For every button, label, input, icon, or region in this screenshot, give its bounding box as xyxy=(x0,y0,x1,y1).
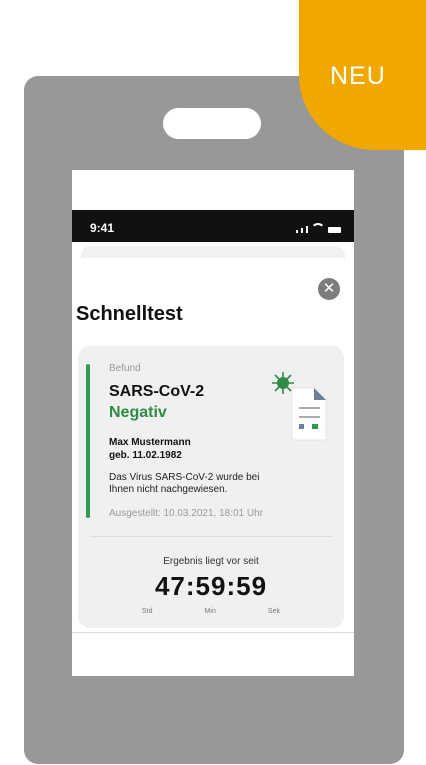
wifi-icon xyxy=(311,223,325,233)
result-status: Negativ xyxy=(109,404,167,421)
result-card: Befund SARS-CoV-2 Negativ Max Mustermann… xyxy=(78,346,344,628)
page-title: Schnelltest xyxy=(76,303,183,325)
card-divider xyxy=(90,536,332,537)
status-bar: 9:41 xyxy=(72,210,354,242)
result-accent-bar xyxy=(86,364,90,518)
new-badge-label: NEU xyxy=(330,62,386,90)
signal-icon xyxy=(306,226,308,233)
issued-date: Ausgestellt: 10.03.2021, 18:01 Uhr xyxy=(109,508,263,519)
virus-document-icon xyxy=(272,372,327,441)
status-time: 9:41 xyxy=(90,221,115,235)
unit-minutes: Min xyxy=(204,608,216,615)
phone-speaker xyxy=(163,108,261,139)
status-icons xyxy=(296,223,341,233)
elapsed-timer: 47:59:59 xyxy=(154,571,268,601)
test-name: SARS-CoV-2 xyxy=(109,383,205,400)
signal-icon xyxy=(301,228,303,233)
close-icon[interactable]: ✕ xyxy=(318,278,340,300)
result-message: Das Virus SARS-CoV-2 wurde bei Ihnen nic… xyxy=(109,472,260,495)
result-label: Befund xyxy=(109,363,141,374)
timer-units: Std Min Sek xyxy=(142,608,280,615)
result-sheet: ✕ Schnelltest Befund SARS-CoV-2 Negativ … xyxy=(72,258,354,633)
signal-icon xyxy=(296,230,298,233)
phone-screen: 9:41 ✕ Schnelltest Befund SARS-CoV-2 Neg… xyxy=(72,170,354,676)
person-birth: geb. 11.02.1982 xyxy=(109,450,182,461)
battery-icon xyxy=(328,227,341,233)
unit-seconds: Sek xyxy=(267,608,280,615)
person-name: Max Mustermann xyxy=(109,437,191,448)
person-info: Max Mustermann geb. 11.02.1982 xyxy=(109,436,191,462)
since-label: Ergebnis liegt vor seit xyxy=(163,556,259,567)
unit-hours: Std xyxy=(142,608,153,615)
